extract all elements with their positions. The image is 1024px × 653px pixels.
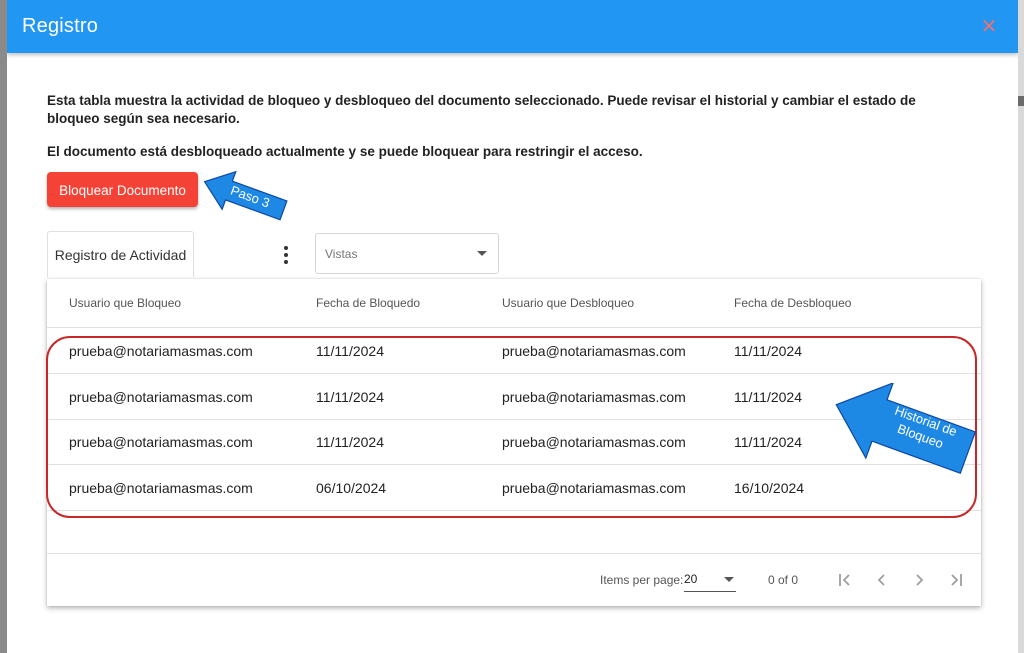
- table-description: Esta tabla muestra la actividad de bloqu…: [47, 93, 916, 126]
- table-row[interactable]: prueba@notariamasmas.com 11/11/2024 prue…: [47, 419, 981, 465]
- table-cell: 11/11/2024: [316, 389, 384, 405]
- items-per-page-value: 20: [684, 572, 698, 586]
- background-scrollbar: [1018, 0, 1024, 653]
- dropdown-arrow-icon: [477, 251, 487, 256]
- column-header-unlocked-by[interactable]: Usuario que Desbloqueo: [502, 296, 634, 310]
- paginator-divider: [47, 553, 981, 554]
- views-select[interactable]: Vistas: [315, 233, 499, 274]
- table-row[interactable]: prueba@notariamasmas.com 11/11/2024 prue…: [47, 328, 981, 374]
- items-per-page-label: Items per page:: [600, 573, 684, 587]
- close-icon[interactable]: ✕: [978, 16, 1000, 38]
- table-cell: 16/10/2024: [734, 480, 805, 496]
- page-range-label: 0 of 0: [768, 573, 799, 587]
- items-per-page-select[interactable]: 20: [684, 567, 736, 592]
- previous-page-icon[interactable]: [870, 568, 894, 592]
- table-cell: prueba@notariamasmas.com: [69, 389, 253, 405]
- activity-table: Usuario que Bloqueo Fecha de Bloquedo Us…: [47, 279, 981, 606]
- table-row[interactable]: prueba@notariamasmas.com 11/11/2024 prue…: [47, 374, 981, 420]
- dialog-header: Registro ✕: [7, 0, 1018, 53]
- views-placeholder: Vistas: [325, 247, 358, 261]
- first-page-icon[interactable]: [833, 568, 857, 592]
- table-cell: 11/11/2024: [316, 343, 384, 359]
- table-cell: prueba@notariamasmas.com: [69, 480, 253, 496]
- table-cell: prueba@notariamasmas.com: [502, 343, 686, 359]
- dialog-title: Registro: [22, 15, 99, 37]
- table-cell: prueba@notariamasmas.com: [502, 389, 686, 405]
- tab-activity-log[interactable]: Registro de Actividad: [47, 231, 194, 277]
- registro-dialog: Registro ✕ Esta tabla muestra la activid…: [7, 0, 1018, 653]
- last-page-icon[interactable]: [944, 568, 968, 592]
- more-vertical-icon[interactable]: [275, 243, 297, 269]
- next-page-icon[interactable]: [907, 568, 931, 592]
- table-cell: 06/10/2024: [316, 480, 387, 496]
- column-header-lock-date[interactable]: Fecha de Bloquedo: [316, 296, 420, 310]
- column-header-locked-by[interactable]: Usuario que Bloqueo: [69, 296, 181, 310]
- table-cell: 11/11/2024: [734, 343, 802, 359]
- lock-document-button[interactable]: Bloquear Documento: [47, 172, 198, 207]
- table-cell: 11/11/2024: [316, 434, 384, 450]
- table-cell: 11/11/2024: [734, 389, 802, 405]
- table-cell: prueba@notariamasmas.com: [502, 434, 686, 450]
- table-cell: prueba@notariamasmas.com: [69, 343, 253, 359]
- table-cell: 11/11/2024: [734, 434, 802, 450]
- table-cell: prueba@notariamasmas.com: [502, 480, 686, 496]
- document-status-text: El documento está desbloqueado actualmen…: [47, 144, 643, 159]
- dropdown-arrow-icon: [724, 577, 734, 582]
- table-row[interactable]: prueba@notariamasmas.com 06/10/2024 prue…: [47, 465, 981, 511]
- column-header-unlock-date[interactable]: Fecha de Desbloqueo: [734, 296, 851, 310]
- table-cell: prueba@notariamasmas.com: [69, 434, 253, 450]
